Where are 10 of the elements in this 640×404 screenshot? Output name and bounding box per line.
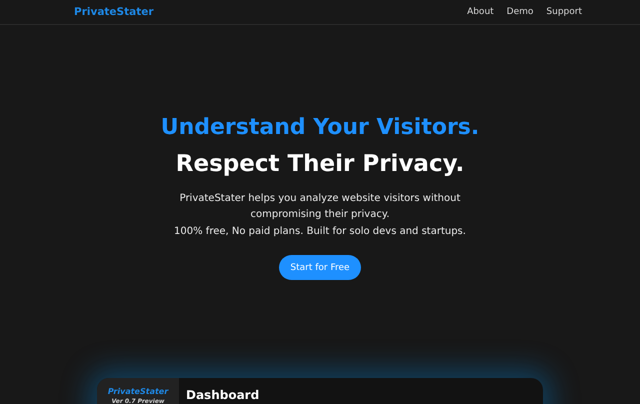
- nav-link[interactable]: Support: [546, 7, 582, 17]
- hero-headline: Understand Your Visitors.: [160, 114, 480, 142]
- brand-logo-text[interactable]: PrivateStater: [74, 6, 154, 18]
- preview-brand: PrivateStater: [108, 387, 168, 396]
- hero-description: PrivateStater helps you analyze website visitors without compromising their privacy.: [178, 192, 462, 222]
- nav-link[interactable]: About: [467, 7, 494, 17]
- hero-subheadline: Respect Their Privacy.: [176, 150, 464, 179]
- hero-tagline: 100% free, No paid plans. Built for solo devs and startups.: [174, 225, 466, 239]
- nav-link[interactable]: Demo: [506, 7, 534, 17]
- dashboard-title: Dashboard: [186, 388, 260, 404]
